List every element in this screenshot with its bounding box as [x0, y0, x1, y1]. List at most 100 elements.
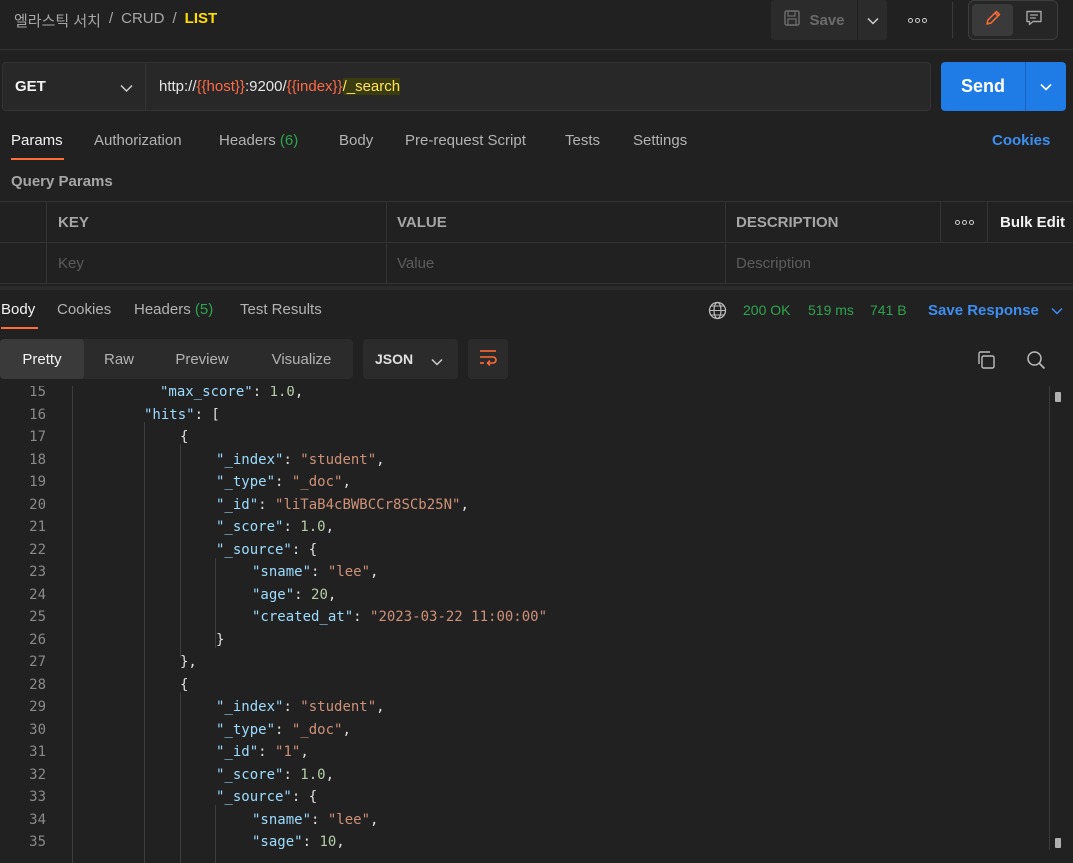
description-input[interactable]: Description — [725, 243, 1073, 284]
code-token: "created_at" — [252, 609, 354, 625]
format-pretty[interactable]: Pretty — [0, 339, 84, 379]
key-input[interactable]: Key — [47, 243, 386, 284]
status-code[interactable]: 200 OK — [743, 302, 790, 318]
code-line: 29 "_index": "student", — [0, 696, 1050, 719]
code-token: : — [275, 474, 292, 490]
save-button[interactable]: Save — [771, 0, 857, 40]
copy-icon[interactable] — [975, 349, 997, 371]
tab-body[interactable]: Body — [339, 132, 373, 149]
code-token: : { — [291, 541, 318, 558]
response-tab-headers[interactable]: Headers (5) — [134, 301, 213, 318]
language-select[interactable]: JSON — [363, 339, 458, 379]
line-number: 31 — [29, 744, 46, 760]
line-number: 16 — [29, 406, 46, 423]
code-line: 30 "_type": "_doc", — [0, 719, 1050, 742]
scrollbar-thumb[interactable] — [1055, 838, 1061, 848]
line-number: 22 — [29, 541, 46, 558]
code-text: "age": 20, — [252, 584, 336, 607]
code-token: : — [294, 586, 312, 603]
url-variable-host[interactable]: {{host}} — [197, 78, 245, 95]
column-header-value: VALUE — [397, 214, 447, 231]
breadcrumb-collection[interactable]: 엘라스틱 서치 — [14, 10, 101, 31]
code-token: "lee" — [327, 811, 371, 828]
tab-params[interactable]: Params — [11, 132, 63, 149]
code-token: 1.0 — [300, 766, 326, 783]
more-options-icon[interactable] — [904, 12, 930, 28]
response-format-tabs: Pretty Raw Preview Visualize — [0, 339, 353, 379]
code-token: "liTaB4cBWBCCr8SCb25N" — [275, 496, 461, 513]
code-token: 1.0 — [300, 519, 326, 535]
code-line: 34 "sname": "lee", — [0, 809, 1050, 832]
format-preview[interactable]: Preview — [154, 339, 250, 379]
line-number: 27 — [29, 654, 46, 670]
send-button-group: Send — [941, 62, 1066, 111]
tab-pre-request-script[interactable]: Pre-request Script — [405, 132, 526, 149]
divider — [46, 202, 47, 284]
code-token: : — [252, 386, 270, 400]
column-header-key: KEY — [58, 214, 89, 231]
tab-tests[interactable]: Tests — [565, 132, 600, 149]
code-token: { — [180, 429, 189, 445]
documentation-mode-button[interactable] — [1013, 4, 1054, 36]
format-visualize[interactable]: Visualize — [250, 339, 353, 379]
response-time[interactable]: 519 ms — [808, 302, 854, 318]
code-token: , — [342, 474, 351, 490]
pane-resize-handle[interactable] — [0, 286, 1073, 290]
response-tab-test-results[interactable]: Test Results — [240, 301, 322, 318]
wrap-lines-icon — [478, 348, 498, 370]
edit-mode-button[interactable] — [972, 4, 1013, 36]
code-token: 1.0 — [269, 386, 295, 400]
format-raw[interactable]: Raw — [84, 339, 154, 379]
code-token: }, — [180, 654, 197, 670]
line-number: 25 — [29, 609, 46, 625]
tab-headers[interactable]: Headers (6) — [219, 132, 298, 149]
method-select[interactable]: GET — [2, 62, 146, 111]
code-token: , — [376, 451, 385, 468]
code-line: 33 "_source": { — [0, 786, 1050, 809]
column-options-icon[interactable] — [944, 202, 974, 243]
line-number: 30 — [29, 721, 46, 738]
divider — [987, 202, 988, 243]
code-line: 15 "max_score": 1.0, — [0, 386, 1050, 404]
save-response-button[interactable]: Save Response — [928, 302, 1063, 319]
response-tab-cookies[interactable]: Cookies — [57, 301, 111, 318]
comment-icon — [1025, 9, 1043, 31]
tab-settings[interactable]: Settings — [633, 132, 687, 149]
code-token: "student" — [300, 451, 377, 468]
active-tab-indicator — [1, 327, 38, 329]
response-size[interactable]: 741 B — [870, 302, 907, 318]
search-icon[interactable] — [1025, 349, 1047, 371]
cookies-link[interactable]: Cookies — [992, 132, 1050, 149]
tab-authorization[interactable]: Authorization — [94, 132, 182, 149]
url-input[interactable]: http:// {{host}} :9200/ {{index}} /_sear… — [146, 62, 931, 111]
response-body-viewer[interactable]: 15 "max_score": 1.0, 16 "hits": [17 {18 "_ind… — [0, 386, 1073, 863]
url-port: :9200/ — [244, 78, 287, 95]
code-token: "1" — [275, 744, 301, 760]
response-headers-count: (5) — [194, 301, 214, 318]
code-token: : — [283, 699, 301, 715]
pencil-icon — [984, 9, 1002, 31]
code-line: 19 "_type": "_doc", — [0, 471, 1050, 494]
code-token: , — [327, 586, 337, 603]
wrap-lines-button[interactable] — [468, 339, 508, 379]
line-number: 17 — [29, 429, 46, 445]
globe-icon[interactable] — [708, 301, 727, 324]
scrollbar-thumb[interactable] — [1055, 392, 1061, 402]
line-number: 34 — [29, 811, 46, 828]
bulk-edit-button[interactable]: Bulk Edit — [1000, 214, 1065, 231]
code-text: "_score": 1.0, — [216, 764, 334, 787]
code-text: { — [180, 426, 188, 449]
code-token: "max_score" — [160, 386, 253, 400]
url-variable-index[interactable]: {{index}} — [287, 78, 343, 95]
breadcrumb-folder[interactable]: CRUD — [121, 10, 164, 31]
line-number: 29 — [29, 699, 46, 715]
response-tab-body[interactable]: Body — [1, 301, 35, 318]
save-options-dropdown[interactable] — [857, 0, 887, 40]
code-line: 16 "hits": [ — [0, 404, 1050, 427]
scrollbar-track[interactable] — [1049, 386, 1050, 850]
send-options-dropdown[interactable] — [1025, 62, 1066, 111]
value-input[interactable]: Value — [386, 243, 725, 284]
line-number: 24 — [29, 586, 46, 603]
send-button[interactable]: Send — [941, 62, 1025, 111]
breadcrumb-request[interactable]: LIST — [185, 10, 218, 31]
